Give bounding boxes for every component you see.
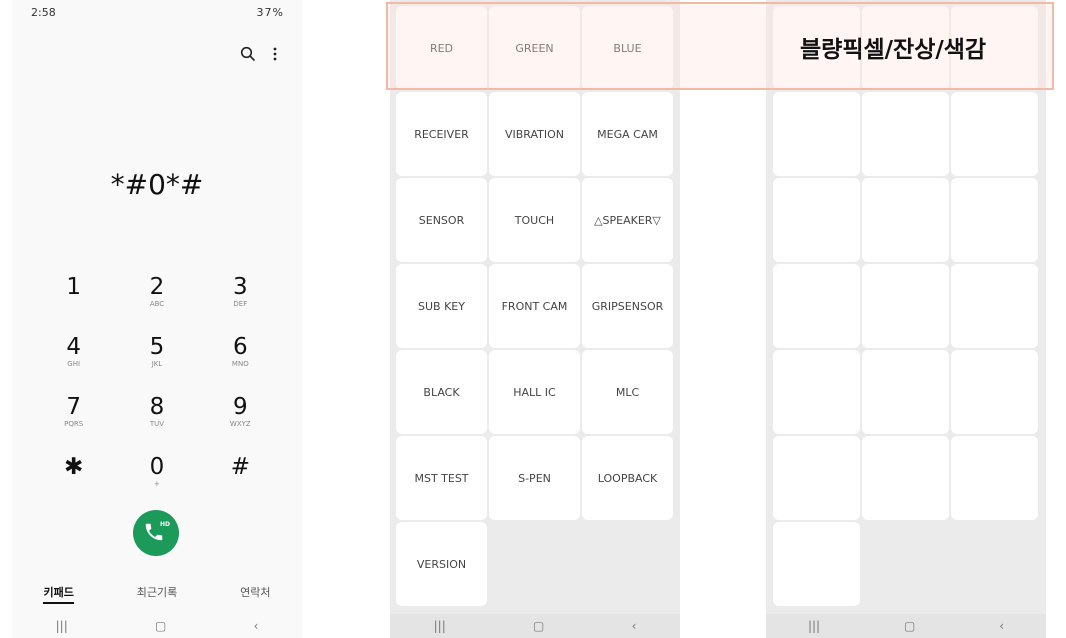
test-grid: RED GREEN BLUE RECEIVER VIBRATION MEGA C…	[396, 6, 673, 606]
blank-cell[interactable]	[773, 264, 860, 348]
test-version[interactable]: VERSION	[396, 522, 487, 606]
spacer	[680, 0, 766, 612]
test-menu-screen: RED GREEN BLUE RECEIVER VIBRATION MEGA C…	[390, 0, 680, 638]
battery-level: 37%	[256, 6, 284, 19]
key-9[interactable]: 9 WXYZ	[199, 394, 282, 442]
key-4[interactable]: 4 GHI	[32, 334, 115, 382]
test-front-cam[interactable]: FRONT CAM	[489, 264, 580, 348]
blank-grid-screen: ||| ▢ ‹	[766, 0, 1046, 638]
test-black[interactable]: BLACK	[396, 350, 487, 434]
back-nav-icon[interactable]: ‹	[254, 619, 259, 633]
search-icon[interactable]	[240, 46, 256, 64]
blank-cell[interactable]	[773, 350, 860, 434]
key-star[interactable]: ✱	[32, 454, 115, 502]
key-hash[interactable]: #	[199, 454, 282, 502]
tab-recents[interactable]: 최근기록	[137, 584, 177, 604]
key-6[interactable]: 6 MNO	[199, 334, 282, 382]
blank-cell[interactable]	[951, 350, 1038, 434]
tab-keypad[interactable]: 키패드	[43, 584, 74, 604]
blank-cell[interactable]	[862, 350, 949, 434]
blank-cell[interactable]	[773, 436, 860, 520]
dialer-tabs: 키패드 최근기록 연락처	[12, 584, 302, 604]
test-hall-ic[interactable]: HALL IC	[489, 350, 580, 434]
call-button[interactable]: HD	[133, 510, 179, 556]
blank-cell[interactable]	[773, 92, 860, 176]
blank-cell[interactable]	[951, 436, 1038, 520]
key-5[interactable]: 5 JKL	[115, 334, 198, 382]
test-touch[interactable]: TOUCH	[489, 178, 580, 262]
test-speaker[interactable]: △SPEAKER▽	[582, 178, 673, 262]
test-s-pen[interactable]: S-PEN	[489, 436, 580, 520]
status-bar: 2:58 37%	[12, 0, 302, 26]
back-nav-icon[interactable]: ‹	[632, 619, 637, 633]
test-mega-cam[interactable]: MEGA CAM	[582, 92, 673, 176]
test-mst[interactable]: MST TEST	[396, 436, 487, 520]
blank-cell[interactable]	[951, 92, 1038, 176]
key-2[interactable]: 2 ABC	[115, 274, 198, 322]
key-7[interactable]: 7 PQRS	[32, 394, 115, 442]
key-3[interactable]: 3 DEF	[199, 274, 282, 322]
test-sensor[interactable]: SENSOR	[396, 178, 487, 262]
nav-bar: ||| ▢ ‹	[390, 614, 680, 638]
test-loopback[interactable]: LOOPBACK	[582, 436, 673, 520]
test-gripsensor[interactable]: GRIPSENSOR	[582, 264, 673, 348]
test-receiver[interactable]: RECEIVER	[396, 92, 487, 176]
recents-nav-icon[interactable]: |||	[434, 619, 446, 633]
home-nav-icon[interactable]: ▢	[155, 619, 166, 633]
dialer-screen: 2:58 37% *#0*# 1 2 ABC 3 DEF 4 GHI 5 JKL 6 MN…	[12, 0, 302, 638]
dialed-number: *#0*#	[110, 168, 204, 201]
blank-cell[interactable]	[951, 178, 1038, 262]
nav-bar: ||| ▢ ‹	[12, 614, 302, 638]
blank-cell[interactable]	[773, 178, 860, 262]
blank-cell[interactable]	[951, 264, 1038, 348]
home-nav-icon[interactable]: ▢	[533, 619, 544, 633]
nav-bar: ||| ▢ ‹	[766, 614, 1046, 638]
blank-cell[interactable]	[773, 522, 860, 606]
key-1[interactable]: 1	[32, 274, 115, 322]
test-mlc[interactable]: MLC	[582, 350, 673, 434]
keypad: 1 2 ABC 3 DEF 4 GHI 5 JKL 6 MNO 7 PQRS 8 TUV 9W…	[32, 274, 282, 502]
blank-cell[interactable]	[862, 178, 949, 262]
hd-badge: HD	[159, 521, 170, 528]
blank-cell[interactable]	[862, 436, 949, 520]
test-sub-key[interactable]: SUB KEY	[396, 264, 487, 348]
recents-nav-icon[interactable]: |||	[808, 619, 820, 633]
home-nav-icon[interactable]: ▢	[904, 619, 915, 633]
status-time: 2:58	[31, 6, 56, 19]
blank-grid	[773, 6, 1038, 606]
tab-contacts[interactable]: 연락처	[240, 584, 270, 604]
test-vibration[interactable]: VIBRATION	[489, 92, 580, 176]
back-nav-icon[interactable]: ‹	[999, 619, 1004, 633]
key-8[interactable]: 8 TUV	[115, 394, 198, 442]
annotation-caption: 블량픽셀/잔상/색감	[800, 37, 987, 63]
key-0[interactable]: 0 +	[115, 454, 198, 502]
more-options-icon[interactable]	[272, 46, 288, 64]
blank-cell[interactable]	[862, 92, 949, 176]
recents-nav-icon[interactable]: |||	[56, 619, 68, 633]
blank-cell[interactable]	[862, 264, 949, 348]
dialer-toolbar	[240, 46, 288, 64]
